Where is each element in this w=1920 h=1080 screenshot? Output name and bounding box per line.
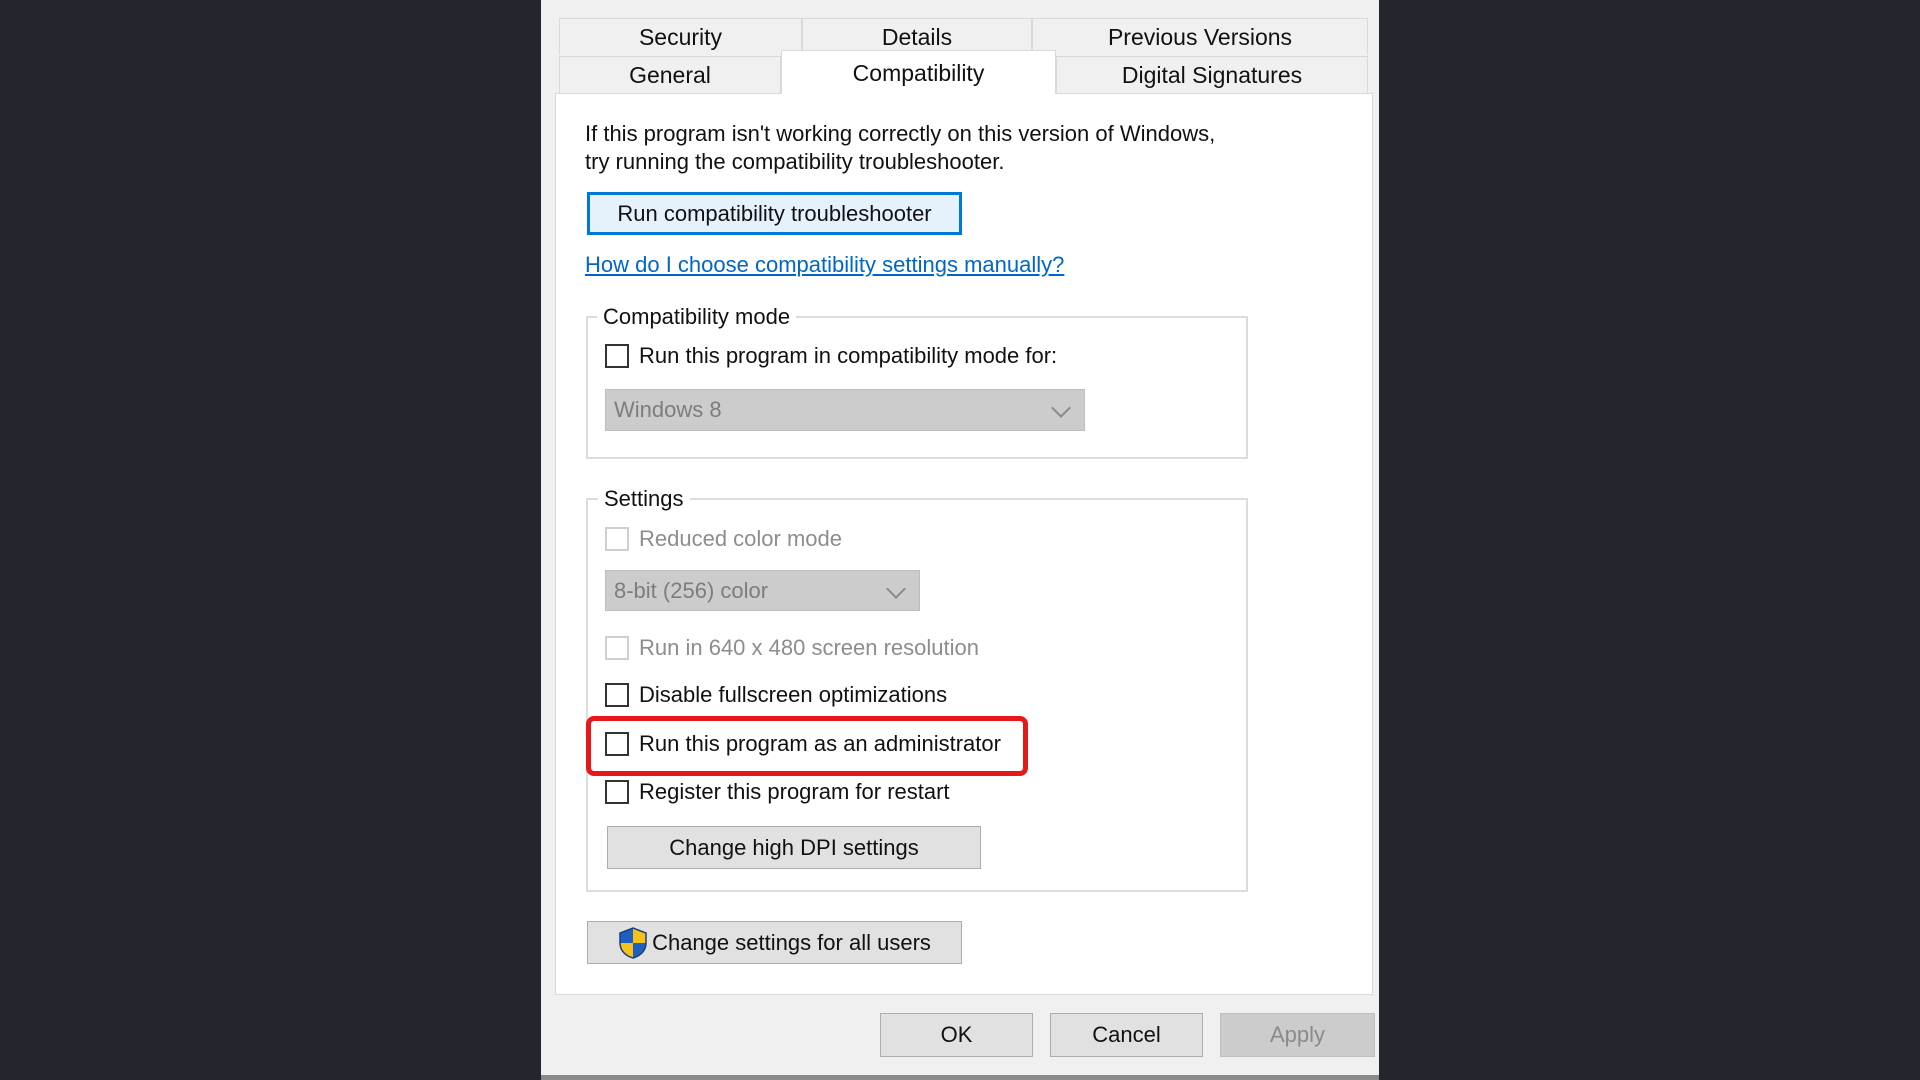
reduced-color-checkbox-row: Reduced color mode <box>605 526 842 552</box>
intro-text: If this program isn't working correctly … <box>585 120 1215 176</box>
tab-compatibility[interactable]: Compatibility <box>781 50 1056 94</box>
help-link[interactable]: How do I choose compatibility settings m… <box>585 252 1064 278</box>
tab-label: Security <box>638 23 723 50</box>
select-value: Windows 8 <box>614 397 722 422</box>
uac-shield-icon <box>619 926 647 959</box>
checkbox-label: Reduced color mode <box>639 526 843 551</box>
compat-mode-checkbox[interactable] <box>605 344 629 368</box>
chevron-down-icon <box>1051 398 1071 418</box>
dialog-bottom-edge <box>541 1075 1379 1080</box>
compatibility-mode-group <box>586 316 1248 459</box>
compatibility-mode-label: Compatibility mode <box>597 304 797 330</box>
tab-security[interactable]: Security <box>559 18 802 55</box>
compat-mode-checkbox-row[interactable]: Run this program in compatibility mode f… <box>605 343 1057 369</box>
checkbox-label: Disable fullscreen optimizations <box>639 682 948 707</box>
tab-label: Compatibility <box>852 60 985 86</box>
res-640-checkbox-row: Run in 640 x 480 screen resolution <box>605 635 979 661</box>
run-troubleshooter-button[interactable]: Run compatibility troubleshooter <box>587 192 962 235</box>
disable-fullscreen-checkbox-row[interactable]: Disable fullscreen optimizations <box>605 682 947 708</box>
checkbox-label: Register this program for restart <box>639 779 950 804</box>
change-dpi-button[interactable]: Change high DPI settings <box>607 826 981 869</box>
change-all-users-button[interactable]: Change settings for all users <box>587 921 962 964</box>
color-depth-select: 8-bit (256) color <box>605 570 920 611</box>
intro-line-2: try running the compatibility troublesho… <box>585 149 1005 174</box>
settings-label: Settings <box>598 486 690 512</box>
button-label: Cancel <box>1092 1022 1161 1047</box>
reduced-color-checkbox <box>605 527 629 551</box>
tab-general[interactable]: General <box>559 56 781 93</box>
intro-line-1: If this program isn't working correctly … <box>585 121 1216 146</box>
register-restart-checkbox[interactable] <box>605 780 629 804</box>
cancel-button[interactable]: Cancel <box>1050 1013 1203 1057</box>
res-640-checkbox <box>605 636 629 660</box>
button-label: Apply <box>1269 1022 1326 1047</box>
button-label: Change high DPI settings <box>669 834 919 860</box>
tab-label: General <box>629 61 711 88</box>
ok-button[interactable]: OK <box>880 1013 1033 1057</box>
select-value: 8-bit (256) color <box>614 577 769 603</box>
apply-button: Apply <box>1220 1013 1375 1057</box>
register-restart-checkbox-row[interactable]: Register this program for restart <box>605 779 950 805</box>
button-label: OK <box>940 1022 973 1047</box>
button-label: Run compatibility troubleshooter <box>617 200 932 226</box>
tab-label: Digital Signatures <box>1121 61 1303 88</box>
chevron-down-icon <box>886 578 906 599</box>
button-label: Change settings for all users <box>652 929 931 955</box>
tab-label: Details <box>881 23 953 50</box>
checkbox-label: Run in 640 x 480 screen resolution <box>639 635 979 660</box>
red-highlight-annotation <box>586 716 1028 776</box>
disable-fullscreen-checkbox[interactable] <box>605 683 629 707</box>
compat-os-select: Windows 8 <box>605 389 1085 431</box>
tab-digital-signatures[interactable]: Digital Signatures <box>1056 56 1368 93</box>
tab-previous-versions[interactable]: Previous Versions <box>1032 18 1368 55</box>
tab-label: Previous Versions <box>1107 23 1293 50</box>
checkbox-label: Run this program in compatibility mode f… <box>639 343 1058 368</box>
